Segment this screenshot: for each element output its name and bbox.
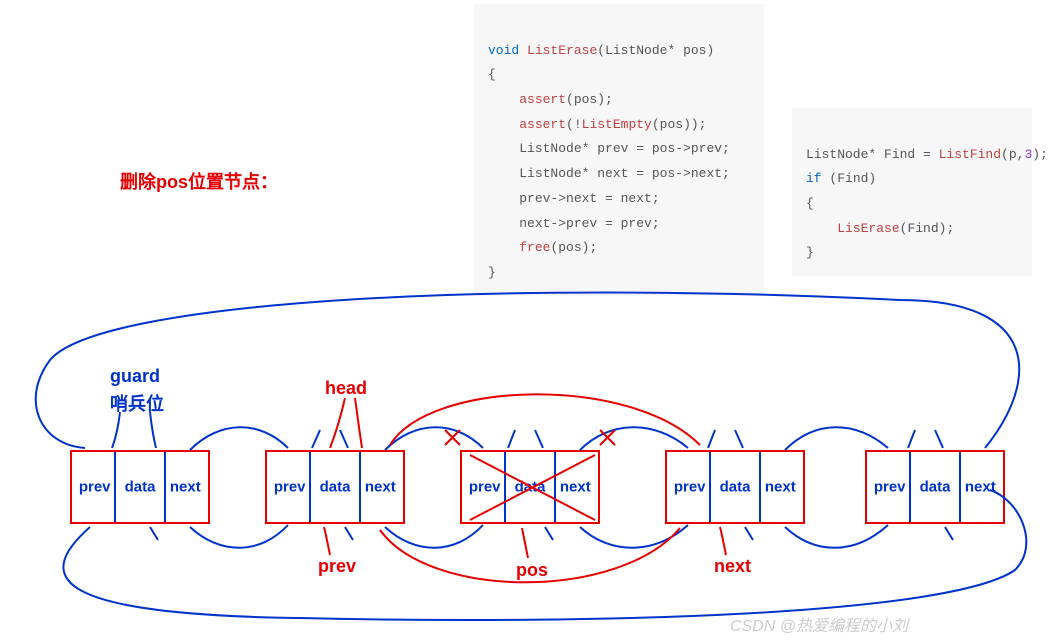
code-token: ListNode* Find =	[806, 147, 939, 162]
code-block-side: ListNode* Find = ListFind(p,3); if (Find…	[792, 108, 1032, 276]
list-node-head: prev data next	[265, 450, 405, 524]
field-prev: prev	[462, 479, 507, 496]
node-fields: prev data next	[462, 479, 598, 496]
field-next: next	[758, 479, 803, 496]
code-token: (pos);	[550, 240, 597, 255]
code-token: prev->next = next;	[519, 191, 659, 206]
list-node-guard: prev data next	[70, 450, 210, 524]
field-data: data	[913, 479, 958, 496]
code-token: (pos));	[652, 117, 707, 132]
code-token: (ListNode* pos)	[597, 43, 714, 58]
watermark: CSDN @热爱编程的小刘	[730, 612, 908, 636]
field-data: data	[313, 479, 358, 496]
code-token: (pos);	[566, 92, 613, 107]
node-fields: prev data next	[267, 479, 403, 496]
field-prev: prev	[72, 479, 117, 496]
code-token: (Find);	[900, 221, 955, 236]
code-token: {	[806, 196, 814, 211]
code-token: (p,	[1001, 147, 1024, 162]
code-token: ListNode* next = pos->next;	[519, 166, 730, 181]
list-node-next: prev data next	[665, 450, 805, 524]
field-next: next	[958, 479, 1003, 496]
code-token: }	[488, 265, 496, 280]
code-token: if	[806, 171, 822, 186]
node-fields: prev data next	[667, 479, 803, 496]
label-head: head	[325, 378, 367, 399]
field-data: data	[118, 479, 163, 496]
code-token: void	[488, 43, 519, 58]
label-pos: pos	[516, 560, 548, 581]
code-token: LisErase	[837, 221, 899, 236]
list-node-tail: prev data next	[865, 450, 1005, 524]
label-sentinel: 哨兵位	[110, 390, 164, 416]
node-fields: prev data next	[72, 479, 208, 496]
field-prev: prev	[267, 479, 312, 496]
code-token: ListEmpty	[582, 117, 652, 132]
field-data: data	[508, 479, 553, 496]
code-token: (!	[566, 117, 582, 132]
code-token: ListNode* prev = pos->prev;	[519, 141, 730, 156]
label-guard: guard	[110, 366, 160, 387]
field-prev: prev	[667, 479, 712, 496]
code-token: ListFind	[939, 147, 1001, 162]
code-token: );	[1032, 147, 1048, 162]
label-next: next	[714, 556, 751, 577]
label-prev: prev	[318, 556, 356, 577]
code-token: (Find)	[822, 171, 877, 186]
code-token: assert	[519, 92, 566, 107]
code-token: free	[519, 240, 550, 255]
code-token: {	[488, 67, 496, 82]
code-token: }	[806, 245, 814, 260]
code-token: assert	[519, 117, 566, 132]
code-token: next->prev = prev;	[519, 216, 659, 231]
field-next: next	[553, 479, 598, 496]
node-fields: prev data next	[867, 479, 1003, 496]
code-block-main: void ListErase(ListNode* pos) { assert(p…	[474, 4, 764, 296]
code-token: ListErase	[527, 43, 597, 58]
list-node-pos: prev data next	[460, 450, 600, 524]
field-next: next	[163, 479, 208, 496]
field-prev: prev	[867, 479, 912, 496]
diagram-title: 删除pos位置节点：	[120, 168, 278, 194]
field-next: next	[358, 479, 403, 496]
field-data: data	[713, 479, 758, 496]
